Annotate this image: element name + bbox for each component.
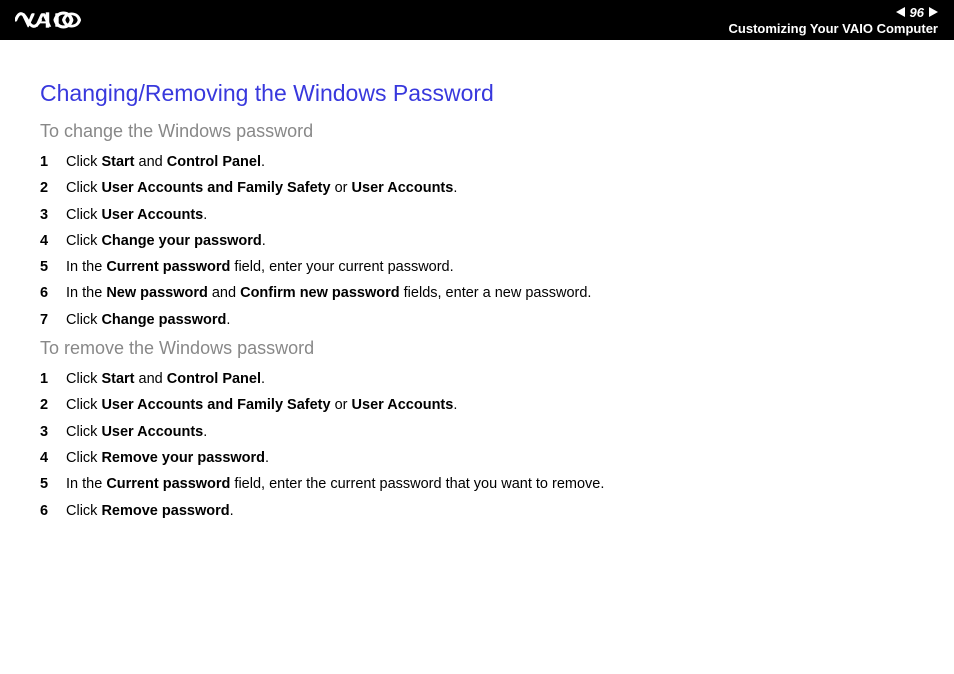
step-number: 5 bbox=[40, 257, 66, 277]
step-number: 3 bbox=[40, 205, 66, 225]
step-text: Click Remove password. bbox=[66, 501, 234, 521]
step-number: 5 bbox=[40, 474, 66, 494]
page-number: 96 bbox=[910, 5, 924, 20]
step-row: 4Click Change your password. bbox=[40, 231, 914, 251]
step-row: 5In the Current password field, enter yo… bbox=[40, 257, 914, 277]
step-number: 2 bbox=[40, 178, 66, 198]
step-number: 6 bbox=[40, 283, 66, 303]
step-number: 6 bbox=[40, 501, 66, 521]
step-row: 2Click User Accounts and Family Safety o… bbox=[40, 178, 914, 198]
step-row: 4Click Remove your password. bbox=[40, 448, 914, 468]
step-text: In the New password and Confirm new pass… bbox=[66, 283, 591, 303]
step-number: 3 bbox=[40, 422, 66, 442]
section1-subtitle: To change the Windows password bbox=[40, 121, 914, 142]
step-text: Click Change your password. bbox=[66, 231, 266, 251]
step-row: 1Click Start and Control Panel. bbox=[40, 369, 914, 389]
step-number: 2 bbox=[40, 395, 66, 415]
step-row: 2Click User Accounts and Family Safety o… bbox=[40, 395, 914, 415]
content-area: Changing/Removing the Windows Password T… bbox=[0, 40, 954, 549]
step-text: Click User Accounts and Family Safety or… bbox=[66, 395, 457, 415]
step-text: Click User Accounts. bbox=[66, 422, 207, 442]
header-title: Customizing Your VAIO Computer bbox=[729, 21, 938, 36]
header-right: 96 Customizing Your VAIO Computer bbox=[729, 5, 938, 36]
step-text: Click User Accounts. bbox=[66, 205, 207, 225]
step-text: Click Start and Control Panel. bbox=[66, 369, 265, 389]
prev-page-arrow-icon[interactable] bbox=[896, 7, 905, 17]
step-text: Click Start and Control Panel. bbox=[66, 152, 265, 172]
header-bar: VAIO 96 Customizing Your VAIO Computer bbox=[0, 0, 954, 40]
page-title: Changing/Removing the Windows Password bbox=[40, 80, 914, 107]
step-row: 3Click User Accounts. bbox=[40, 422, 914, 442]
step-text: Click User Accounts and Family Safety or… bbox=[66, 178, 457, 198]
next-page-arrow-icon[interactable] bbox=[929, 7, 938, 17]
step-text: Click Change password. bbox=[66, 310, 230, 330]
vaio-logo: VAIO bbox=[20, 10, 115, 30]
step-number: 7 bbox=[40, 310, 66, 330]
step-number: 4 bbox=[40, 448, 66, 468]
step-row: 1Click Start and Control Panel. bbox=[40, 152, 914, 172]
step-text: Click Remove your password. bbox=[66, 448, 269, 468]
section2-subtitle: To remove the Windows password bbox=[40, 338, 914, 359]
page-nav: 96 bbox=[896, 5, 938, 20]
step-text: In the Current password field, enter the… bbox=[66, 474, 604, 494]
step-row: 7Click Change password. bbox=[40, 310, 914, 330]
step-row: 3Click User Accounts. bbox=[40, 205, 914, 225]
step-text: In the Current password field, enter you… bbox=[66, 257, 454, 277]
step-number: 4 bbox=[40, 231, 66, 251]
step-number: 1 bbox=[40, 152, 66, 172]
step-row: 6In the New password and Confirm new pas… bbox=[40, 283, 914, 303]
step-number: 1 bbox=[40, 369, 66, 389]
step-row: 5In the Current password field, enter th… bbox=[40, 474, 914, 494]
section1-steps: 1Click Start and Control Panel.2Click Us… bbox=[40, 152, 914, 330]
step-row: 6Click Remove password. bbox=[40, 501, 914, 521]
section2-steps: 1Click Start and Control Panel.2Click Us… bbox=[40, 369, 914, 521]
